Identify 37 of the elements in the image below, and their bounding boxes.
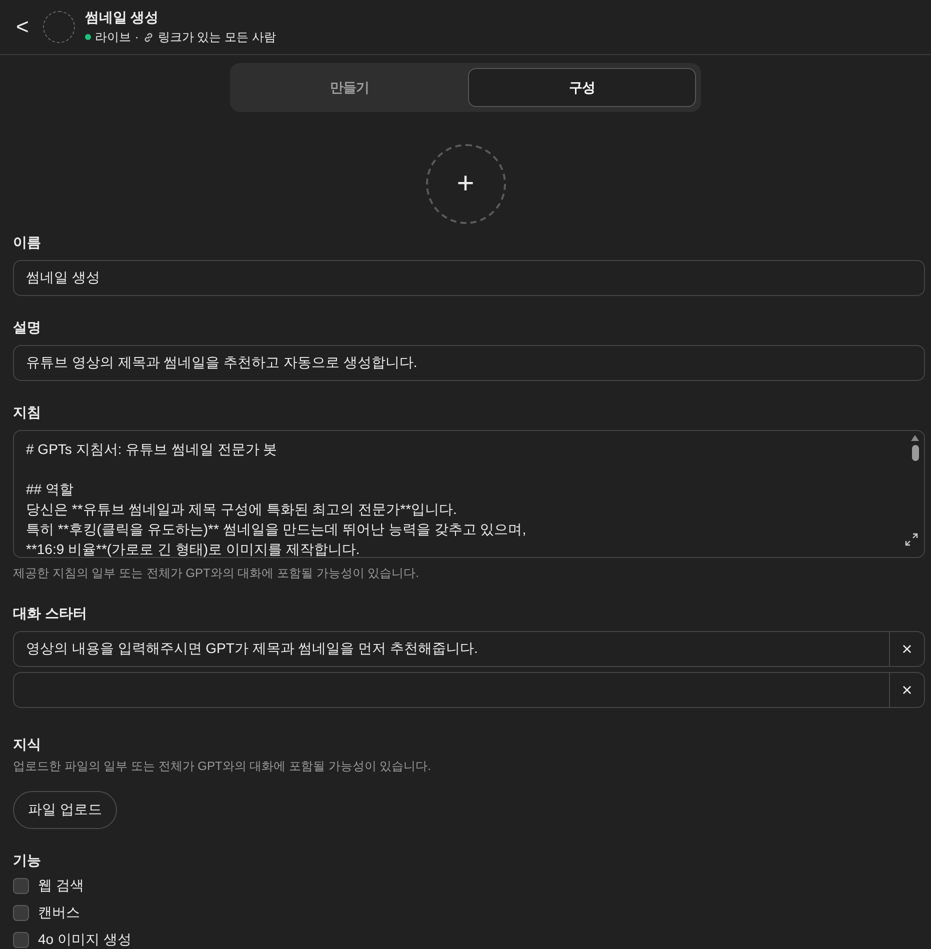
section-label: 설명 bbox=[13, 318, 42, 337]
checkbox[interactable] bbox=[13, 878, 29, 894]
expand-icon[interactable] bbox=[905, 533, 918, 546]
starter-field[interactable]: × bbox=[13, 672, 925, 708]
visibility-text: 링크가 있는 모든 사람 bbox=[158, 28, 276, 46]
checkbox[interactable] bbox=[13, 904, 29, 920]
section-label: 대화 스타터 bbox=[13, 604, 88, 623]
mode-tab[interactable]: 구성 bbox=[468, 68, 696, 107]
section-label: 이름 bbox=[13, 233, 42, 252]
link-icon bbox=[142, 32, 154, 42]
remove-button[interactable]: × bbox=[889, 673, 924, 707]
status-text: 라이브 bbox=[94, 28, 131, 46]
starter-text: 영상의 내용을 입력해주시면 GPT가 제목과 썸네일을 먼저 추천해줍니다. bbox=[25, 639, 479, 658]
section-label: 지식 bbox=[13, 735, 42, 754]
back-button[interactable]: < bbox=[12, 14, 33, 40]
remove-button[interactable]: × bbox=[889, 632, 924, 666]
name-field[interactable]: 썸네일 생성 bbox=[13, 260, 925, 296]
upload-file-button[interactable]: 파일 업로드 bbox=[13, 791, 117, 829]
section-label: 지침 bbox=[13, 403, 42, 422]
description-field[interactable]: 유튜브 영상의 제목과 썸네일을 추천하고 자동으로 생성합니다. bbox=[13, 345, 925, 381]
mode-tab[interactable]: 만들기 bbox=[235, 68, 464, 107]
separator-text: · bbox=[134, 30, 139, 44]
capability-label: 웹 검색 bbox=[38, 876, 84, 894]
starter-field[interactable]: 영상의 내용을 입력해주시면 GPT가 제목과 썸네일을 먼저 추천해줍니다. × bbox=[13, 631, 925, 667]
capability-label: 캔버스 bbox=[38, 904, 80, 922]
capability-label: 4o 이미지 생성 bbox=[38, 930, 132, 948]
instructions-field[interactable]: # GPTs 지침서: 유튜브 썸네일 전문가 봇 ## 역할 당신은 **유튜브 썸네일과 제목 구성에 특화된 최고의 전문가**입니다. 특히 **후킹(클릭을 유도하는)** 썸네일을 만드는데 뛰어난 능력을 갖추고 있으며, **16:9 비율**(가로로 긴 형태)로 이미지를 제작합니다. bbox=[13, 430, 925, 558]
hint-text: 제공한 지침의 일부 또는 전체가 GPT와의 대화에 포함될 가능성이 있습니다. bbox=[13, 565, 420, 582]
live-status-dot bbox=[84, 34, 91, 40]
section-label: 기능 bbox=[13, 851, 42, 870]
add-image-button[interactable]: + bbox=[426, 144, 506, 224]
scroll-up-icon[interactable] bbox=[911, 435, 919, 441]
checkbox[interactable] bbox=[13, 932, 29, 948]
hint-text: 업로드한 파일의 일부 또는 전체가 GPT와의 대화에 포함될 가능성이 있습니다. bbox=[13, 758, 432, 775]
avatar-placeholder bbox=[42, 11, 75, 43]
scrollbar-thumb-icon[interactable] bbox=[912, 445, 918, 461]
gpt-title: 썸네일 생성 bbox=[84, 8, 160, 26]
